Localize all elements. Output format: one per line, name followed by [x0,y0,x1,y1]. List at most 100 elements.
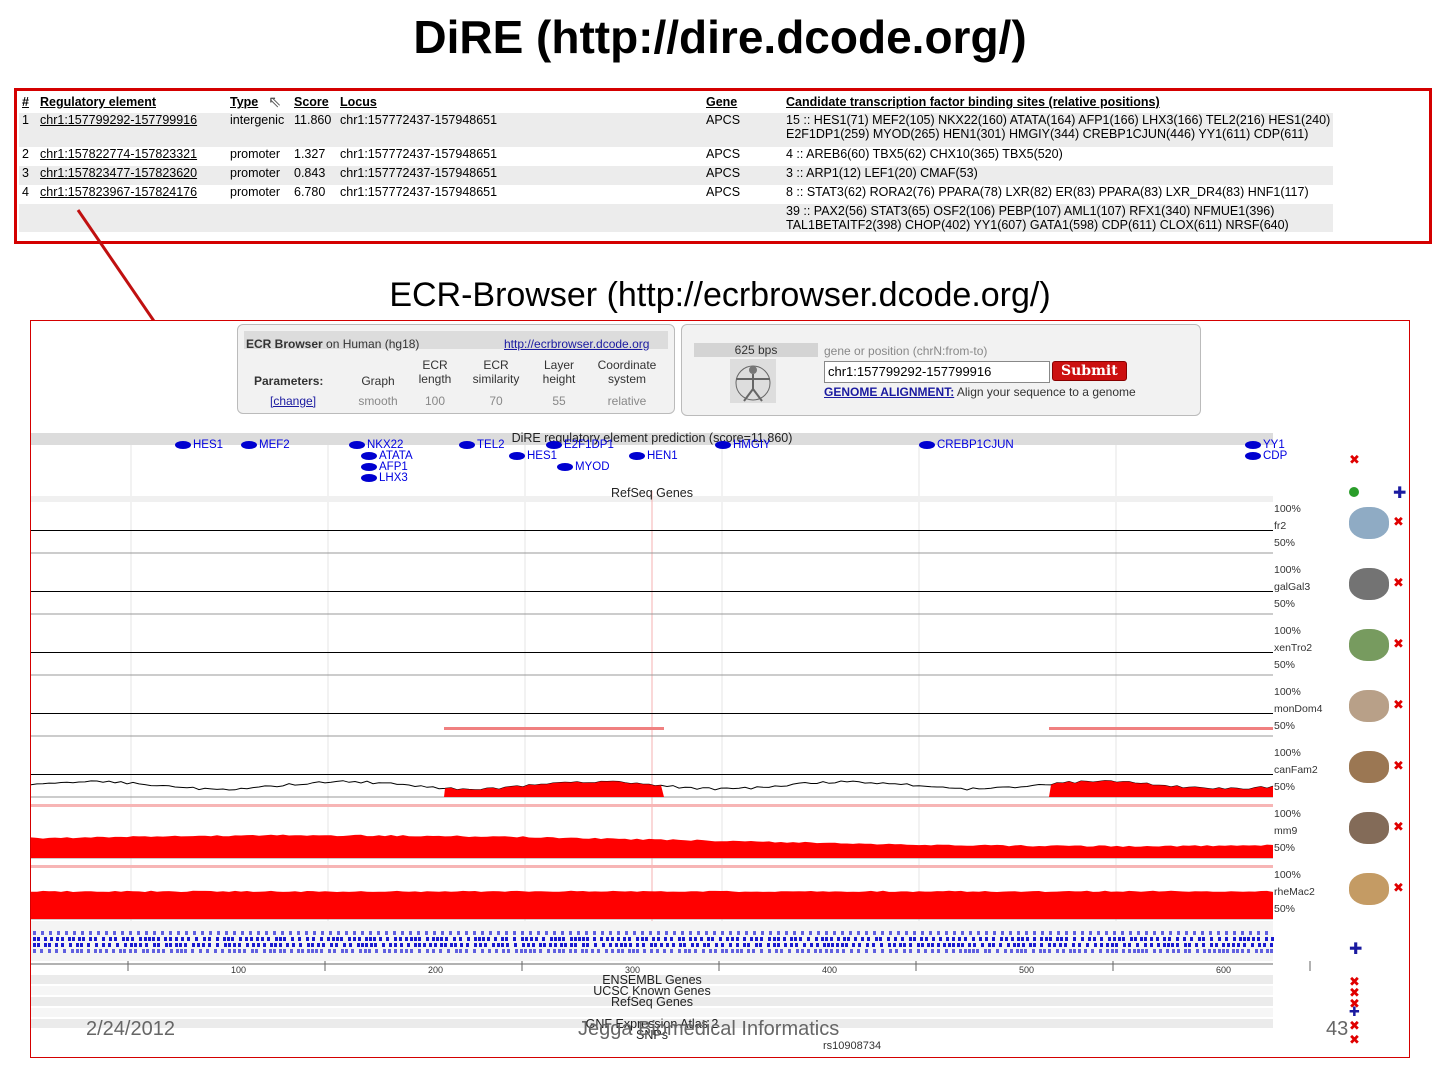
repeat-element [585,931,588,935]
add-species-icon[interactable]: ✚ [1393,483,1406,502]
repeat-element [558,949,561,953]
tf-site-12[interactable]: CREBP1CJUN [919,439,1014,451]
repeat-element [61,937,64,941]
pct-top-label: 100% [1274,625,1301,637]
repeat-element [216,943,219,947]
repeat-element [297,949,300,953]
bottom-track-bg [31,1008,1273,1017]
repeat-element [988,943,991,947]
add-track-icon[interactable]: ✚ [1349,939,1362,958]
tf-site-0[interactable]: HES1 [175,439,223,451]
repeat-element [313,931,316,935]
repeat-element [633,931,636,935]
pct-top-label: 100% [1274,503,1301,515]
repeat-element [112,949,115,953]
tf-site-11[interactable]: HMGIY [715,439,771,451]
repeat-element [105,931,108,935]
tf-site-1[interactable]: MEF2 [241,439,290,451]
footer-page-number: 43 [1326,1018,1349,1040]
repeat-element [261,937,264,941]
repeat-element [617,931,620,935]
repeat-element [803,943,806,947]
repeat-element [37,943,40,947]
repeat-element [773,937,776,941]
repeat-element [560,943,563,947]
repeat-element [750,937,753,941]
pct-bottom-label: 50% [1274,537,1296,549]
remove-species-icon[interactable]: ✖ [1393,576,1404,591]
repeat-element [532,943,535,947]
repeat-element [691,943,694,947]
tf-site-7[interactable]: HES1 [509,450,557,462]
repeat-element [606,937,609,941]
repeat-element [1073,949,1076,953]
tf-site-8[interactable]: E2F1DP1 [546,439,614,451]
repeat-element [952,943,955,947]
repeat-element [1041,931,1044,935]
repeat-element [256,937,259,941]
tf-site-6[interactable]: TEL2 [459,439,505,451]
tf-site-label: HES1 [193,439,224,451]
repeat-element [1196,949,1199,953]
repeat-element [1128,949,1131,953]
remove-gnf-icon[interactable]: ✖ [1349,1019,1360,1034]
snp-id-label[interactable]: rs10908734 [823,1040,881,1052]
repeat-element [238,943,241,947]
tf-site-10[interactable]: HEN1 [629,450,678,462]
repeat-element [873,931,876,935]
repeat-element [993,931,996,935]
refresh-icon[interactable] [1349,487,1359,497]
tf-site-label: MEF2 [259,439,290,451]
tf-site-9[interactable]: MYOD [557,461,610,473]
repeat-element [385,931,388,935]
repeat-element [533,949,536,953]
repeat-element [283,949,286,953]
repeat-element [705,931,708,935]
repeat-element [1113,937,1116,941]
repeat-element [123,949,126,953]
repeat-element [489,931,492,935]
tf-site-label: TEL2 [477,439,505,451]
repeat-element [867,937,870,941]
remove-dire-track-icon[interactable]: ✖ [1349,453,1360,468]
repeat-element [784,943,787,947]
remove-species-icon[interactable]: ✖ [1393,759,1404,774]
tf-site-14[interactable]: CDP [1245,450,1287,462]
repeat-element [153,943,156,947]
repeat-element [81,931,84,935]
repeat-element [760,949,763,953]
repeat-element [465,931,468,935]
repeat-element [307,943,310,947]
repeat-element [755,937,758,941]
repeat-element [1123,943,1126,947]
repeat-element [1122,949,1125,953]
repeat-element [825,949,828,953]
add-gnf-icon[interactable]: ✚ [1349,1005,1360,1020]
repeat-element [283,937,286,941]
repeat-element [819,949,822,953]
repeat-element [952,949,955,953]
repeat-element [601,931,604,935]
repeat-element [703,943,706,947]
repeat-element [623,937,626,941]
remove-species-icon[interactable]: ✖ [1393,515,1404,530]
repeat-element [130,943,133,947]
repeat-element [1118,937,1121,941]
remove-snps-icon[interactable]: ✖ [1349,1033,1360,1048]
repeat-element [522,943,525,947]
remove-species-icon[interactable]: ✖ [1393,881,1404,896]
repeat-element [769,931,772,935]
remove-species-icon[interactable]: ✖ [1393,637,1404,652]
repeat-element [1049,931,1052,935]
repeat-element [529,949,532,953]
repeat-element [683,943,686,947]
repeat-element [292,943,295,947]
repeat-element [208,937,211,941]
remove-species-icon[interactable]: ✖ [1393,820,1404,835]
repeat-element [1099,949,1102,953]
repeat-element [1005,937,1008,941]
repeat-element [255,949,258,953]
remove-species-icon[interactable]: ✖ [1393,698,1404,713]
repeat-element [959,949,962,953]
tf-site-5[interactable]: LHX3 [361,472,408,484]
